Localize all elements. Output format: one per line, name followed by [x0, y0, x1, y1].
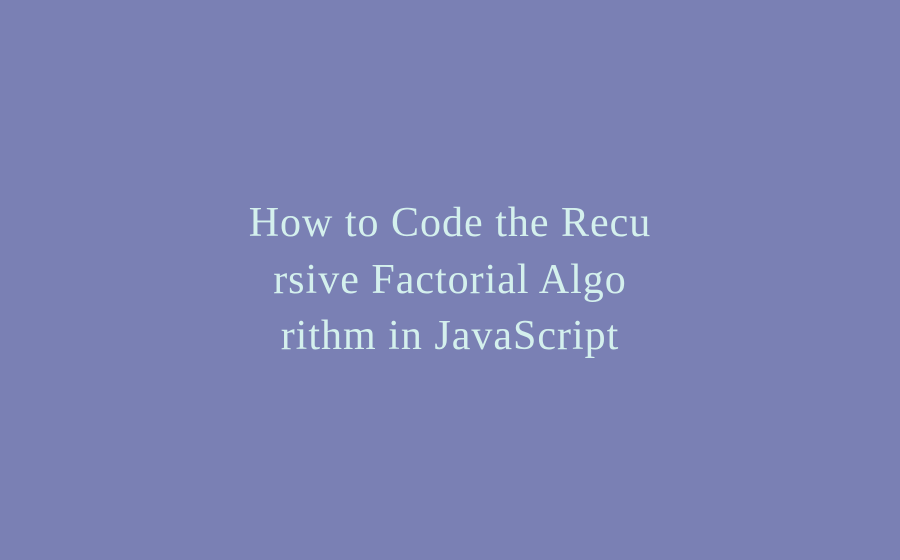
title-line-2: rsive Factorial Algo	[273, 257, 627, 303]
card-title: How to Code the Recu rsive Factorial Alg…	[249, 195, 652, 365]
title-card: How to Code the Recu rsive Factorial Alg…	[169, 195, 732, 365]
title-line-1: How to Code the Recu	[249, 200, 652, 246]
title-line-3: rithm in JavaScript	[281, 313, 620, 359]
